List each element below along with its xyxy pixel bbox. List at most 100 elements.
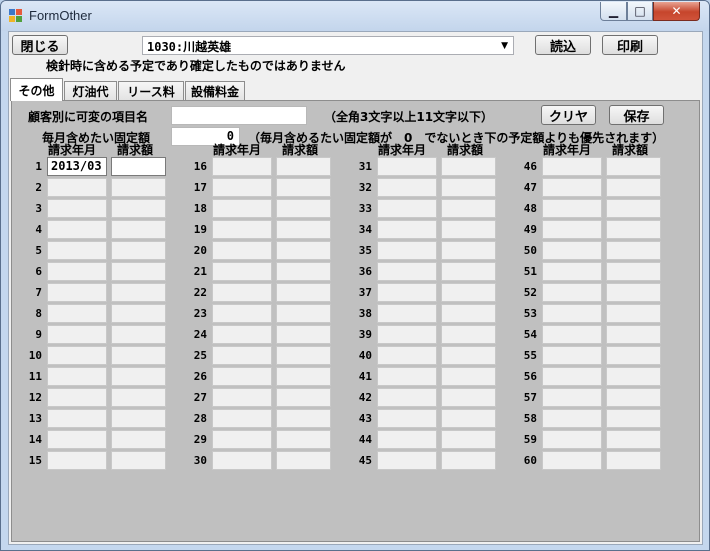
billing-amount-input[interactable] bbox=[606, 241, 661, 260]
billing-month-input[interactable] bbox=[212, 199, 272, 218]
billing-amount-input[interactable] bbox=[606, 178, 661, 197]
billing-amount-input[interactable] bbox=[441, 241, 496, 260]
billing-month-input[interactable] bbox=[542, 325, 602, 344]
billing-amount-input[interactable] bbox=[111, 325, 166, 344]
billing-amount-input[interactable] bbox=[111, 178, 166, 197]
billing-month-input[interactable] bbox=[47, 451, 107, 470]
billing-month-input[interactable] bbox=[377, 304, 437, 323]
billing-month-input[interactable] bbox=[47, 199, 107, 218]
billing-month-input[interactable] bbox=[377, 430, 437, 449]
billing-month-input[interactable] bbox=[212, 241, 272, 260]
billing-amount-input[interactable] bbox=[441, 451, 496, 470]
billing-month-input[interactable] bbox=[47, 325, 107, 344]
billing-month-input[interactable] bbox=[377, 451, 437, 470]
billing-amount-input[interactable] bbox=[111, 430, 166, 449]
billing-month-input[interactable] bbox=[47, 220, 107, 239]
billing-amount-input[interactable] bbox=[441, 409, 496, 428]
billing-amount-input[interactable] bbox=[606, 157, 661, 176]
maximize-button[interactable]: □ bbox=[627, 2, 653, 21]
billing-month-input[interactable] bbox=[377, 346, 437, 365]
billing-amount-input[interactable] bbox=[606, 451, 661, 470]
billing-month-input[interactable] bbox=[212, 451, 272, 470]
billing-amount-input[interactable] bbox=[276, 241, 331, 260]
billing-amount-input[interactable] bbox=[441, 283, 496, 302]
billing-amount-input[interactable] bbox=[276, 283, 331, 302]
billing-month-input[interactable] bbox=[542, 304, 602, 323]
billing-month-input[interactable] bbox=[212, 157, 272, 176]
billing-month-input[interactable] bbox=[47, 178, 107, 197]
chevron-down-icon[interactable]: ▼ bbox=[501, 37, 508, 55]
billing-amount-input[interactable] bbox=[606, 220, 661, 239]
billing-month-input[interactable] bbox=[542, 388, 602, 407]
billing-month-input[interactable] bbox=[542, 346, 602, 365]
clear-button[interactable]: クリヤ bbox=[541, 105, 596, 125]
billing-amount-input[interactable] bbox=[606, 409, 661, 428]
print-button[interactable]: 印刷 bbox=[602, 35, 658, 55]
billing-month-input[interactable] bbox=[542, 451, 602, 470]
billing-amount-input[interactable] bbox=[606, 262, 661, 281]
billing-amount-input[interactable] bbox=[111, 283, 166, 302]
billing-month-input[interactable] bbox=[542, 199, 602, 218]
billing-month-input[interactable] bbox=[47, 283, 107, 302]
billing-amount-input[interactable] bbox=[276, 325, 331, 344]
billing-month-input[interactable] bbox=[212, 283, 272, 302]
billing-amount-input[interactable] bbox=[111, 199, 166, 218]
billing-month-input[interactable] bbox=[377, 220, 437, 239]
billing-amount-input[interactable] bbox=[441, 157, 496, 176]
billing-amount-input[interactable] bbox=[606, 304, 661, 323]
billing-amount-input[interactable] bbox=[111, 346, 166, 365]
close-button[interactable]: 閉じる bbox=[12, 35, 68, 55]
billing-month-input[interactable] bbox=[542, 283, 602, 302]
billing-month-input[interactable] bbox=[47, 346, 107, 365]
billing-amount-input[interactable] bbox=[276, 388, 331, 407]
billing-amount-input[interactable] bbox=[111, 409, 166, 428]
billing-month-input[interactable] bbox=[377, 367, 437, 386]
billing-amount-input[interactable] bbox=[441, 430, 496, 449]
billing-month-input[interactable] bbox=[47, 430, 107, 449]
billing-amount-input[interactable] bbox=[276, 157, 331, 176]
minimize-button[interactable]: ▁ bbox=[600, 2, 627, 21]
billing-month-input[interactable] bbox=[212, 409, 272, 428]
billing-amount-input[interactable] bbox=[606, 367, 661, 386]
item-name-input[interactable] bbox=[171, 106, 307, 125]
billing-month-input[interactable] bbox=[212, 220, 272, 239]
billing-amount-input[interactable] bbox=[111, 367, 166, 386]
billing-amount-input[interactable] bbox=[441, 325, 496, 344]
billing-month-input[interactable] bbox=[542, 430, 602, 449]
billing-amount-input[interactable] bbox=[441, 346, 496, 365]
load-button[interactable]: 読込 bbox=[535, 35, 591, 55]
billing-amount-input[interactable] bbox=[276, 367, 331, 386]
tab-lease[interactable]: リース料 bbox=[118, 81, 184, 100]
billing-amount-input[interactable] bbox=[111, 157, 166, 176]
billing-month-input[interactable] bbox=[47, 409, 107, 428]
close-window-button[interactable]: ✕ bbox=[653, 2, 700, 21]
billing-amount-input[interactable] bbox=[606, 346, 661, 365]
billing-amount-input[interactable] bbox=[276, 430, 331, 449]
billing-month-input[interactable] bbox=[212, 367, 272, 386]
customer-select[interactable]: 1030:川越英雄 ▼ bbox=[142, 36, 514, 55]
billing-month-input[interactable] bbox=[542, 409, 602, 428]
billing-amount-input[interactable] bbox=[441, 262, 496, 281]
billing-month-input[interactable] bbox=[47, 304, 107, 323]
billing-month-input[interactable] bbox=[377, 157, 437, 176]
billing-month-input[interactable] bbox=[377, 199, 437, 218]
billing-amount-input[interactable] bbox=[606, 388, 661, 407]
billing-amount-input[interactable] bbox=[441, 220, 496, 239]
billing-amount-input[interactable] bbox=[276, 304, 331, 323]
tab-equipment[interactable]: 設備料金 bbox=[185, 81, 245, 100]
save-button[interactable]: 保存 bbox=[609, 105, 664, 125]
billing-month-input[interactable] bbox=[212, 388, 272, 407]
billing-month-input[interactable] bbox=[542, 220, 602, 239]
billing-month-input[interactable] bbox=[212, 304, 272, 323]
billing-amount-input[interactable] bbox=[441, 367, 496, 386]
billing-amount-input[interactable] bbox=[276, 346, 331, 365]
billing-month-input[interactable] bbox=[542, 241, 602, 260]
billing-month-input[interactable] bbox=[212, 346, 272, 365]
billing-amount-input[interactable] bbox=[276, 199, 331, 218]
billing-amount-input[interactable] bbox=[111, 262, 166, 281]
billing-month-input[interactable] bbox=[377, 409, 437, 428]
billing-amount-input[interactable] bbox=[441, 199, 496, 218]
billing-month-input[interactable] bbox=[47, 241, 107, 260]
billing-amount-input[interactable] bbox=[111, 451, 166, 470]
billing-amount-input[interactable] bbox=[606, 325, 661, 344]
